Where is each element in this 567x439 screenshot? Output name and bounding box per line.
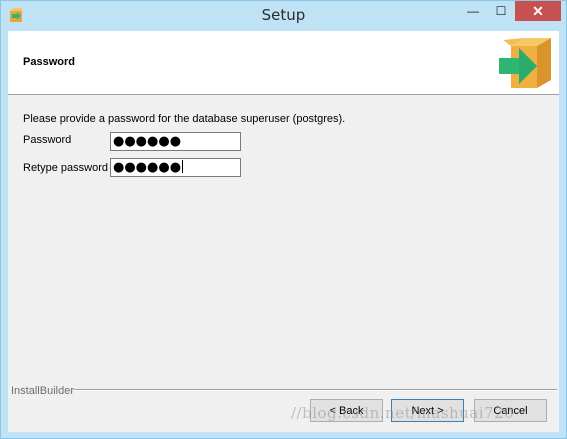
retype-password-field[interactable]: ●●●●●●: [110, 158, 241, 177]
password-value: ●●●●●●: [113, 134, 182, 149]
retype-password-value: ●●●●●●: [113, 160, 182, 175]
setup-window: Setup — ☐ ✕ Password Please provide a pa…: [0, 0, 567, 439]
close-button[interactable]: ✕: [515, 1, 561, 21]
watermark: //blog.csdn.net/mashuai720: [291, 404, 515, 422]
intro-text: Please provide a password for the databa…: [23, 113, 346, 125]
retype-password-label: Retype password: [23, 162, 108, 174]
page-header: Password: [8, 31, 559, 95]
title-bar[interactable]: Setup — ☐ ✕: [1, 1, 566, 31]
installer-box-arrow-icon: [499, 38, 551, 88]
page-title: Password: [23, 56, 75, 68]
footer-divider: [74, 389, 557, 391]
maximize-button[interactable]: ☐: [487, 1, 515, 21]
password-field[interactable]: ●●●●●●: [110, 132, 241, 151]
minimize-button[interactable]: —: [459, 1, 487, 21]
brand-label: InstallBuilder: [11, 385, 74, 397]
client-area: Password Please provide a password for t…: [8, 31, 559, 432]
text-caret: [182, 160, 184, 173]
password-label: Password: [23, 134, 72, 146]
